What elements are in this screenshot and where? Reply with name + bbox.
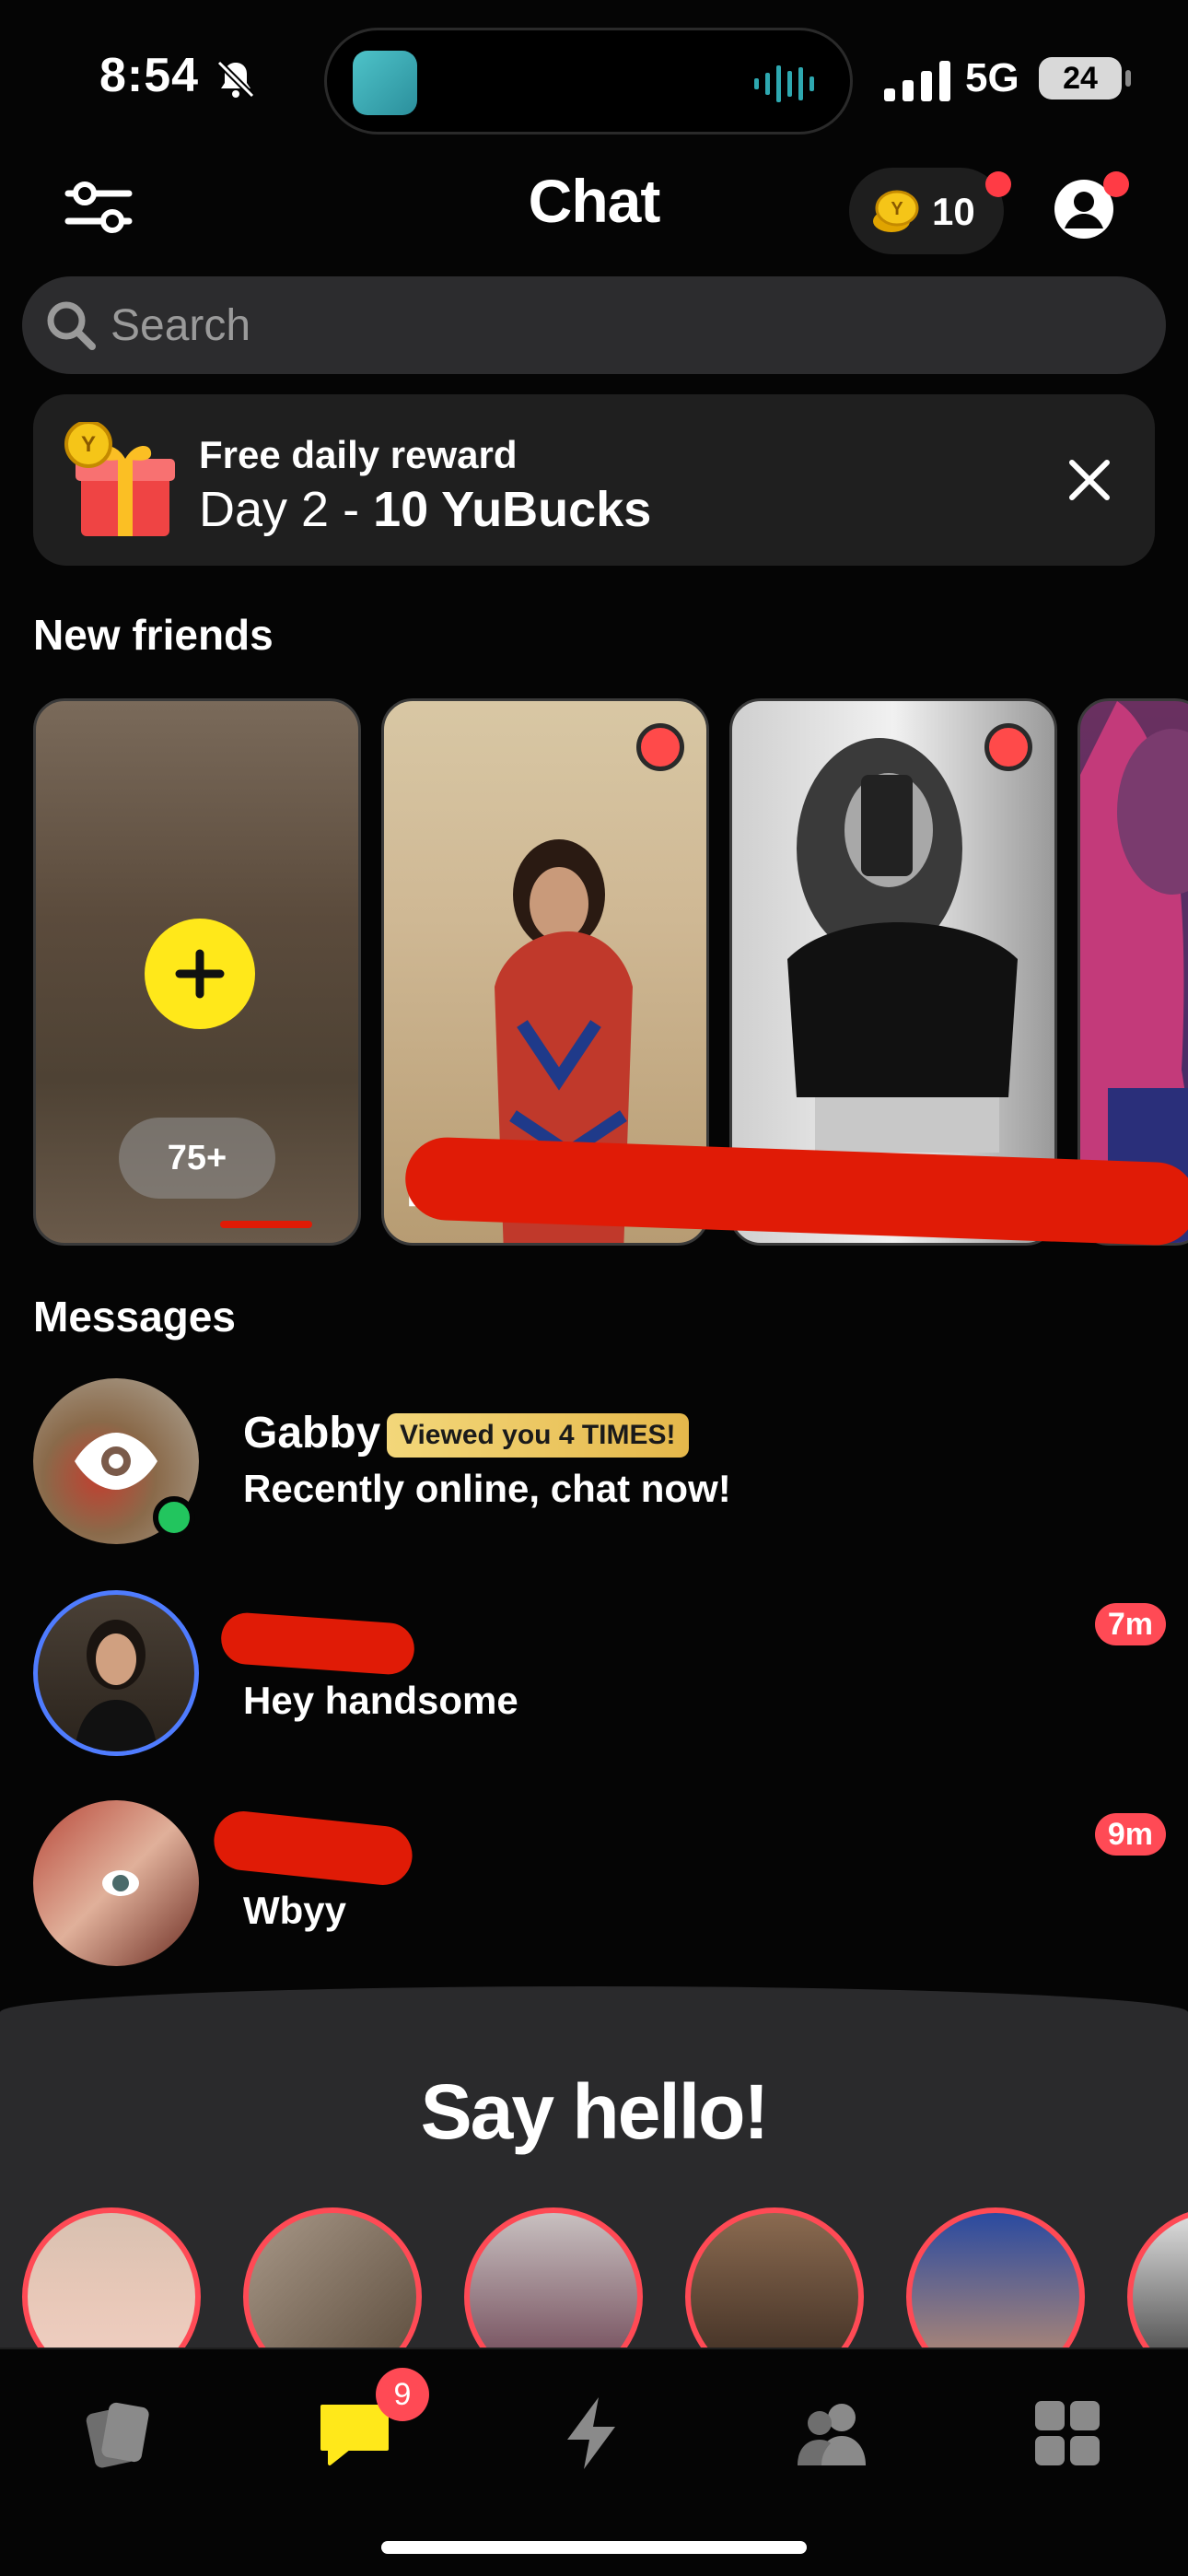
contact-photo [102,1870,139,1896]
daily-reward-banner[interactable]: Y Free daily reward Day 2 - 10 YuBucks [33,394,1155,566]
plus-icon [175,949,225,999]
cellular-signal-icon [884,61,950,101]
suggested-user-avatar[interactable] [685,2207,864,2355]
reward-title: Free daily reward [199,433,518,476]
message-preview: Hey handsome [243,1679,518,1722]
add-friend-button[interactable] [145,919,255,1029]
coins-icon: Y [873,190,919,232]
network-type: 5G [965,55,1019,100]
coins-notification-dot [985,171,1011,197]
svg-text:Y: Y [891,199,903,219]
home-indicator[interactable] [381,2541,807,2554]
redaction-mark [211,1808,415,1889]
avatar [33,1590,199,1756]
svg-text:Y: Y [81,432,96,457]
suggested-user-avatar[interactable] [464,2207,643,2355]
add-friends-card[interactable]: 75+ [33,698,361,1246]
search-input[interactable] [111,293,1124,357]
message-time-badge: 7m [1094,1603,1166,1645]
reward-subtitle: Day 2 - 10 YuBucks [199,481,651,538]
profile-notification-dot [1103,171,1129,197]
message-time-badge: 9m [1094,1813,1166,1856]
suggested-user-avatar[interactable] [1127,2207,1188,2355]
viewed-badge: Viewed you 4 TIMES! [387,1413,689,1458]
unread-dot [636,723,684,771]
redaction-mark [220,1221,312,1228]
close-icon[interactable] [1061,451,1118,509]
now-playing-app-icon [353,51,417,115]
dynamic-island[interactable] [324,28,853,135]
say-hello-panel: Say hello! [0,1986,1188,2355]
online-status-dot [153,1496,195,1539]
page-title: Chat [528,167,661,235]
message-sender-name: Gabby [243,1409,381,1458]
new-friends-title: New friends [33,611,274,659]
messages-title: Messages [33,1293,236,1341]
bell-muted-icon [216,60,255,99]
friend-request-count: 75+ [119,1118,275,1199]
eye-icon [75,1433,157,1490]
suggested-user-avatar[interactable] [906,2207,1085,2355]
status-bar: 8:54 5G 24 [0,0,1188,157]
search-bar[interactable] [22,276,1166,374]
suggested-user-avatar[interactable] [22,2207,201,2355]
more-grid-tab-icon[interactable] [1026,2392,1109,2475]
avatar [33,1800,199,1966]
coins-count: 10 [932,190,975,233]
cards-tab-icon[interactable] [77,2392,160,2475]
message-row[interactable]: Hey handsome 7m [0,1590,1188,1774]
audio-wave-icon [754,65,814,102]
friends-tab-icon[interactable] [790,2392,873,2475]
message-row[interactable]: Wbyy 9m [0,1800,1188,1985]
status-time: 8:54 [99,49,200,102]
reward-amount: 10 YuBucks [373,482,652,537]
message-preview: Recently online, chat now! [243,1467,731,1510]
suggested-user-avatar[interactable] [243,2207,422,2355]
redaction-mark [219,1610,416,1677]
coins-button[interactable]: Y 10 [849,168,1011,254]
message-preview: Wbyy [243,1889,347,1932]
battery-icon: 24 [1039,57,1131,100]
search-icon [47,301,96,350]
gift-icon: Y [64,422,175,536]
say-hello-title: Say hello! [420,2068,770,2155]
lightning-tab-icon[interactable] [551,2392,634,2475]
reward-day: Day 2 - [199,482,374,537]
contact-photo [75,1620,157,1751]
chat-unread-badge: 9 [376,2368,429,2421]
message-row[interactable]: Gabby Viewed you 4 TIMES! Recently onlin… [0,1378,1188,1563]
